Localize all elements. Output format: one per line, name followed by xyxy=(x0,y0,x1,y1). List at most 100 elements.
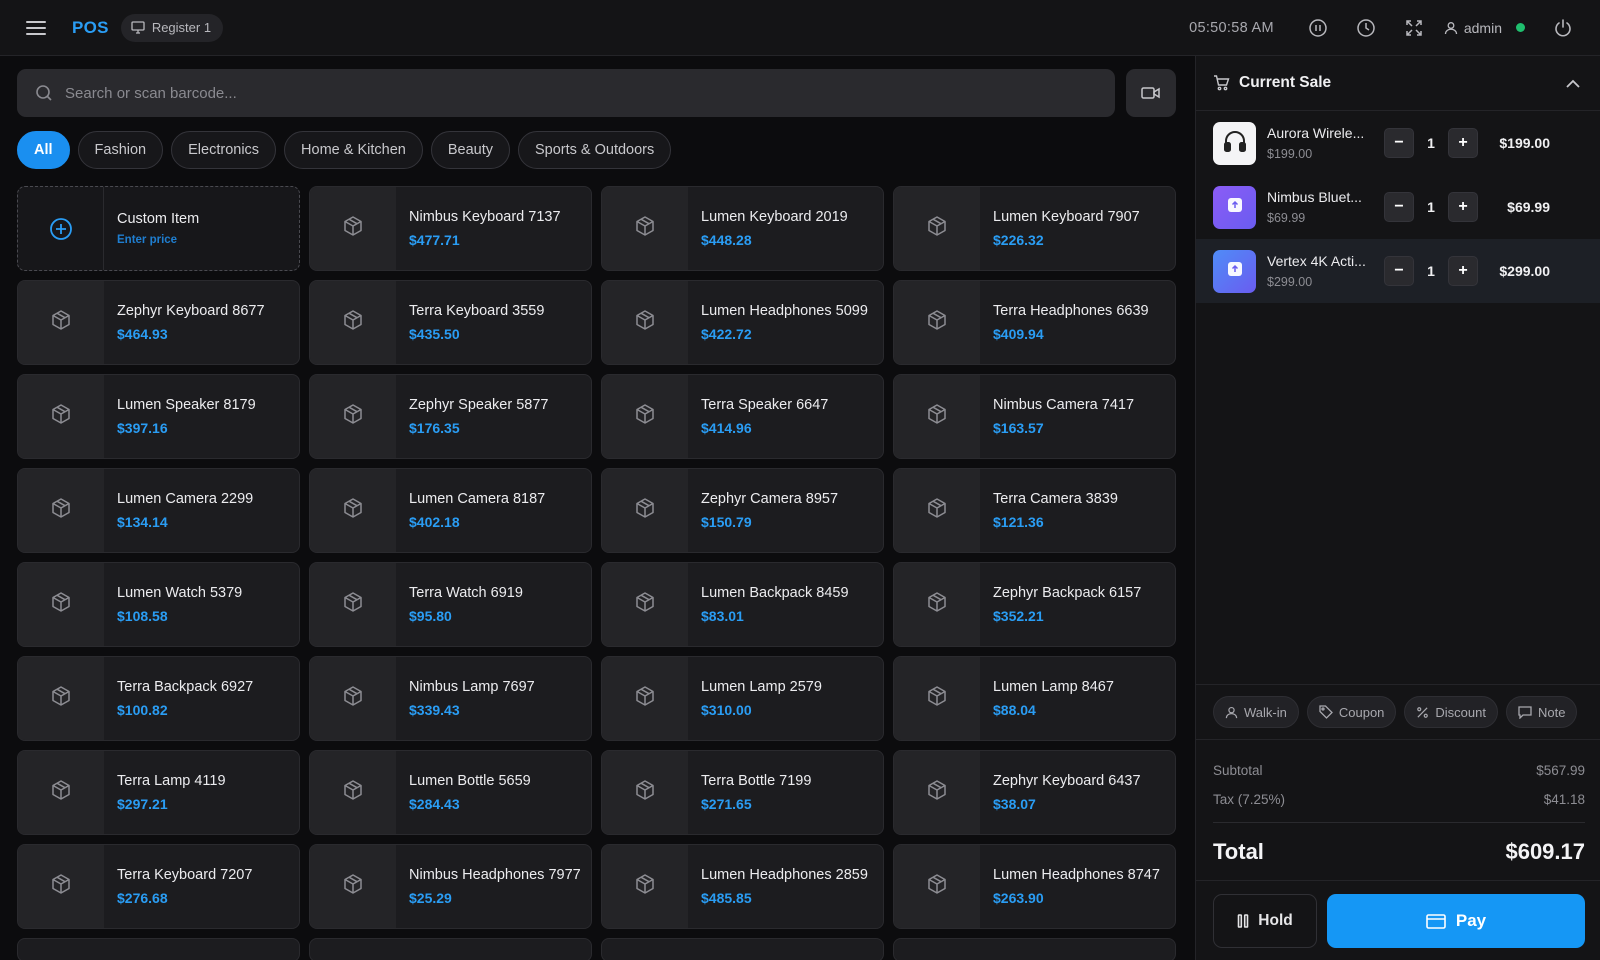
package-icon xyxy=(926,685,948,712)
product-card[interactable]: Zephyr Speaker 5877 $176.35 xyxy=(309,374,592,459)
product-thumbnail xyxy=(18,563,104,646)
action-chip-note[interactable]: Note xyxy=(1505,696,1578,728)
product-name: Lumen Camera 8187 xyxy=(409,491,546,507)
action-chip-label: Note xyxy=(1537,704,1566,720)
product-card[interactable]: Terra Keyboard 3559 $435.50 xyxy=(309,280,592,365)
user-menu[interactable]: admin xyxy=(1444,20,1502,36)
decrease-qty-button[interactable]: − xyxy=(1384,192,1414,222)
totals-divider xyxy=(1213,822,1585,823)
product-card[interactable]: Terra Keyboard 7207 $276.68 xyxy=(17,844,300,929)
product-card[interactable] xyxy=(601,938,884,960)
product-card[interactable]: Lumen Camera 8187 $402.18 xyxy=(309,468,592,553)
product-card[interactable]: Lumen Headphones 8747 $263.90 xyxy=(893,844,1176,929)
category-chip[interactable]: Sports & Outdoors xyxy=(517,131,672,169)
menu-icon[interactable] xyxy=(26,20,46,35)
totals-section: Subtotal $567.99 Tax (7.25%) $41.18 Tota… xyxy=(1213,756,1585,871)
power-icon[interactable] xyxy=(1550,15,1576,41)
product-card[interactable]: Terra Lamp 4119 $297.21 xyxy=(17,750,300,835)
product-card[interactable]: Zephyr Keyboard 8677 $464.93 xyxy=(17,280,300,365)
product-card[interactable]: Nimbus Headphones 7977 $25.29 xyxy=(309,844,592,929)
package-icon xyxy=(926,309,948,336)
register-badge[interactable]: Register 1 xyxy=(120,13,224,42)
product-name: Terra Keyboard 3559 xyxy=(409,303,545,319)
action-chip-coupon[interactable]: Coupon xyxy=(1306,696,1397,728)
product-card[interactable]: Zephyr Camera 8957 $150.79 xyxy=(601,468,884,553)
category-chip[interactable]: All xyxy=(17,131,70,169)
product-card[interactable]: Lumen Watch 5379 $108.58 xyxy=(17,562,300,647)
product-card[interactable]: Lumen Speaker 8179 $397.16 xyxy=(17,374,300,459)
package-icon xyxy=(342,779,364,806)
line-item-name: Vertex 4K Acti... xyxy=(1267,253,1366,269)
search-input[interactable] xyxy=(65,84,1115,102)
product-thumbnail xyxy=(310,845,396,928)
sale-line[interactable]: Vertex 4K Acti... $299.00 −1 + $299.00 xyxy=(1196,239,1600,303)
product-name: Zephyr Camera 8957 xyxy=(701,491,839,507)
increase-qty-button[interactable]: + xyxy=(1448,128,1478,158)
product-card[interactable]: Lumen Keyboard 7907 $226.32 xyxy=(893,186,1176,271)
product-card[interactable]: Terra Bottle 7199 $271.65 xyxy=(601,750,884,835)
subtotal-value: $567.99 xyxy=(1536,763,1585,778)
product-thumbnail xyxy=(602,187,688,270)
product-card[interactable]: Lumen Lamp 2579 $310.00 xyxy=(601,656,884,741)
history-icon[interactable] xyxy=(1353,15,1379,41)
product-name: Lumen Lamp 2579 xyxy=(701,679,822,695)
product-card[interactable]: Terra Speaker 6647 $414.96 xyxy=(601,374,884,459)
product-card[interactable]: Lumen Bottle 5659 $284.43 xyxy=(309,750,592,835)
category-chip[interactable]: Fashion xyxy=(77,131,164,169)
line-item-image xyxy=(1213,185,1256,229)
product-price: $150.79 xyxy=(701,514,752,530)
camera-scan-button[interactable] xyxy=(1126,69,1176,117)
product-card[interactable]: Lumen Camera 2299 $134.14 xyxy=(17,468,300,553)
package-icon xyxy=(634,873,656,900)
hold-button[interactable]: Hold xyxy=(1213,894,1317,948)
line-item-image xyxy=(1213,249,1256,293)
pay-button[interactable]: Pay xyxy=(1327,894,1585,948)
product-name: Lumen Keyboard 2019 xyxy=(701,209,848,225)
product-card[interactable] xyxy=(309,938,592,960)
product-card[interactable]: Terra Backpack 6927 $100.82 xyxy=(17,656,300,741)
sale-line[interactable]: Nimbus Bluet... $69.99 −1 + $69.99 xyxy=(1196,175,1600,239)
product-price: $448.28 xyxy=(701,232,752,248)
decrease-qty-button[interactable]: − xyxy=(1384,128,1414,158)
product-card[interactable] xyxy=(17,938,300,960)
fullscreen-icon[interactable] xyxy=(1401,15,1427,41)
product-name: Terra Speaker 6647 xyxy=(701,397,829,413)
line-item-name: Nimbus Bluet... xyxy=(1267,189,1362,205)
product-price: $95.80 xyxy=(409,608,452,624)
pause-icon[interactable] xyxy=(1305,15,1331,41)
product-price: $464.93 xyxy=(117,326,168,342)
category-chip[interactable]: Beauty xyxy=(430,131,510,169)
product-card[interactable]: Lumen Lamp 8467 $88.04 xyxy=(893,656,1176,741)
product-card[interactable]: Lumen Keyboard 2019 $448.28 xyxy=(601,186,884,271)
decrease-qty-button[interactable]: − xyxy=(1384,256,1414,286)
product-price: $435.50 xyxy=(409,326,460,342)
product-price: $134.14 xyxy=(117,514,168,530)
product-price: $25.29 xyxy=(409,890,452,906)
product-card[interactable]: Lumen Backpack 8459 $83.01 xyxy=(601,562,884,647)
product-name: Nimbus Lamp 7697 xyxy=(409,679,535,695)
product-card[interactable]: Nimbus Lamp 7697 $339.43 xyxy=(309,656,592,741)
action-chip-discount[interactable]: Discount xyxy=(1404,696,1498,728)
product-name: Lumen Speaker 8179 xyxy=(117,397,256,413)
package-icon xyxy=(50,309,72,336)
chevron-up-icon[interactable] xyxy=(1566,79,1580,88)
product-card[interactable]: Nimbus Camera 7417 $163.57 xyxy=(893,374,1176,459)
product-card[interactable]: Lumen Headphones 5099 $422.72 xyxy=(601,280,884,365)
sale-line[interactable]: Aurora Wirele... $199.00 −1 + $199.00 xyxy=(1196,111,1600,175)
increase-qty-button[interactable]: + xyxy=(1448,256,1478,286)
category-chip[interactable]: Home & Kitchen xyxy=(284,131,423,169)
increase-qty-button[interactable]: + xyxy=(1448,192,1478,222)
product-card[interactable] xyxy=(893,938,1176,960)
product-thumbnail xyxy=(602,375,688,458)
category-chip[interactable]: Electronics xyxy=(171,131,277,169)
custom-item-card[interactable]: Custom Item Enter price xyxy=(17,186,300,271)
product-card[interactable]: Nimbus Keyboard 7137 $477.71 xyxy=(309,186,592,271)
product-card[interactable]: Terra Headphones 6639 $409.94 xyxy=(893,280,1176,365)
product-card[interactable]: Terra Camera 3839 $121.36 xyxy=(893,468,1176,553)
product-card[interactable]: Zephyr Backpack 6157 $352.21 xyxy=(893,562,1176,647)
package-icon xyxy=(926,403,948,430)
product-card[interactable]: Lumen Headphones 2859 $485.85 xyxy=(601,844,884,929)
product-card[interactable]: Zephyr Keyboard 6437 $38.07 xyxy=(893,750,1176,835)
action-chip-walk-in[interactable]: Walk-in xyxy=(1213,696,1299,728)
product-card[interactable]: Terra Watch 6919 $95.80 xyxy=(309,562,592,647)
